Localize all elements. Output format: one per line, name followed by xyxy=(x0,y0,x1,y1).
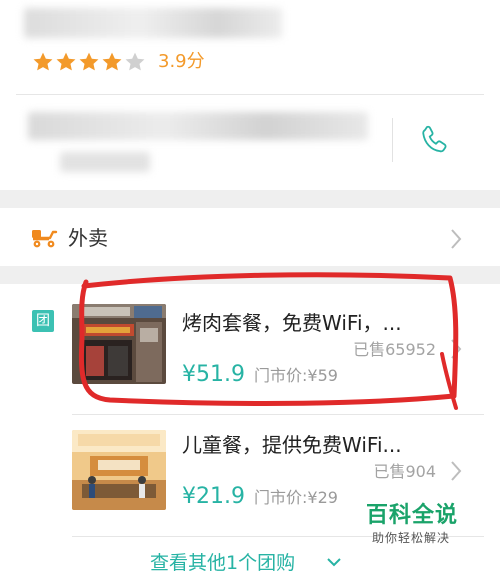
deal-thumbnail[interactable] xyxy=(72,430,166,510)
restaurant-interior-image xyxy=(72,430,166,510)
red-annotation-circle xyxy=(78,272,459,410)
deal-sold-count: 已售904 xyxy=(373,462,436,481)
takeout-label[interactable]: 外卖 xyxy=(68,224,108,252)
phone-icon[interactable] xyxy=(420,124,450,156)
chevron-down-icon[interactable] xyxy=(326,556,342,568)
phone-separator xyxy=(392,118,393,162)
star-filled-icon xyxy=(102,52,122,71)
group-buy-badge: 团 xyxy=(32,310,54,332)
star-filled-icon xyxy=(79,52,99,71)
delivery-scooter-icon xyxy=(32,230,58,248)
section-gap xyxy=(0,190,500,208)
deal-price: ¥21.9 xyxy=(182,484,245,509)
address-redacted-line2 xyxy=(60,152,150,172)
star-filled-icon xyxy=(56,52,76,71)
divider xyxy=(72,414,484,415)
star-empty-icon xyxy=(125,52,145,71)
deal-title[interactable]: 儿童餐，提供免费WiFi... xyxy=(182,432,402,458)
star-filled-icon xyxy=(33,52,53,71)
watermark-slogan: 助你轻松解决 xyxy=(372,531,451,545)
address-redacted[interactable] xyxy=(28,112,368,140)
divider xyxy=(16,94,484,95)
deal-market-price: 门市价:¥29 xyxy=(254,488,338,507)
more-deals-link[interactable]: 查看其他1个团购 xyxy=(150,550,295,576)
watermark-brand: 百科全说 xyxy=(366,503,459,528)
chevron-right-icon[interactable] xyxy=(450,228,462,250)
star-rating xyxy=(32,50,147,74)
rating-score: 3.9分 xyxy=(158,51,205,72)
shop-name-redacted xyxy=(24,8,282,38)
chevron-right-icon[interactable] xyxy=(450,460,462,482)
